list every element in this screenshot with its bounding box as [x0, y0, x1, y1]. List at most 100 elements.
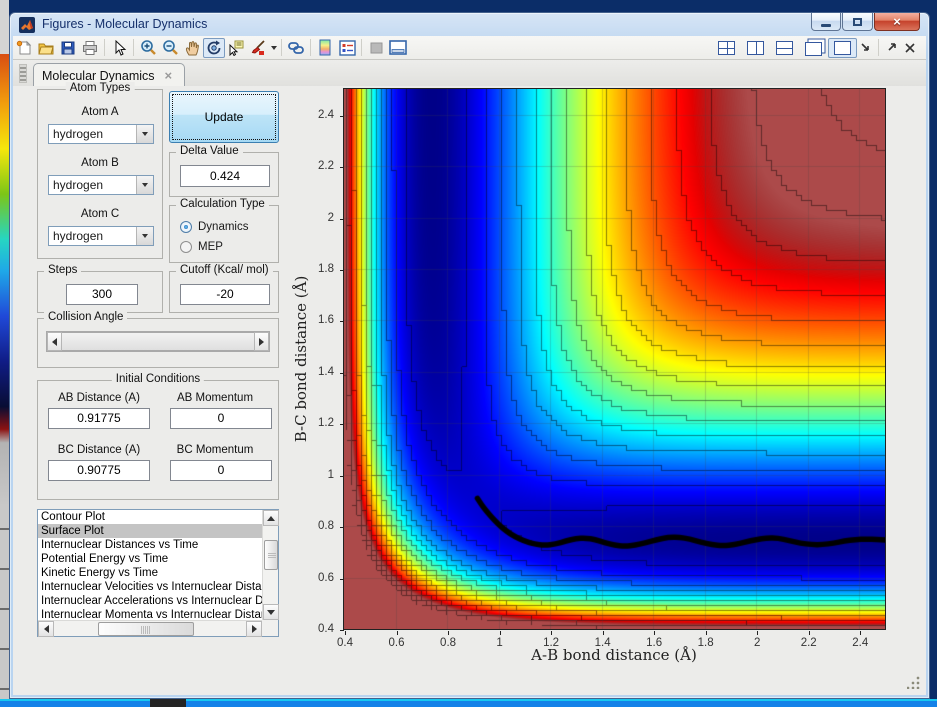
x-axis-tick-label: 2 [753, 637, 761, 649]
brush-dropdown-button[interactable] [269, 38, 278, 58]
x-axis-tick-label: 0.8 [440, 637, 457, 649]
resize-grip[interactable] [907, 676, 920, 689]
x-axis-tick-label: 1.8 [697, 637, 714, 649]
x-axis-tick [345, 631, 346, 635]
y-axis-tick-label: 1.6 [318, 314, 334, 327]
x-axis-tick [757, 631, 759, 635]
x-axis-tick [705, 631, 707, 635]
x-axis-tick-label: 1.6 [646, 637, 663, 649]
brush-data-button[interactable] [247, 38, 269, 58]
undock-arrow-icon[interactable] [885, 42, 897, 54]
print-figure-icon [83, 40, 97, 55]
pan-hand-icon [185, 40, 199, 55]
toolbar-separator [878, 39, 879, 56]
hide-plot-tools-button[interactable] [365, 38, 387, 58]
edit-plot-cursor-icon [115, 39, 127, 56]
y-axis-tick [340, 270, 344, 271]
tab-strip-grip[interactable] [19, 64, 27, 83]
insert-legend-icon [338, 39, 356, 56]
y-axis-tick-label: 2 [327, 211, 334, 224]
y-axis-tick [340, 321, 344, 323]
data-cursor-button[interactable] [225, 38, 247, 58]
desktop: Figures - Molecular Dynamics × Molecular… [0, 0, 937, 707]
close-icon: × [893, 14, 901, 29]
x-axis-tick [448, 631, 450, 635]
x-axis-tick [499, 631, 501, 635]
background-sliver-marks [0, 506, 9, 699]
link-plot-icon [288, 41, 304, 54]
y-axis-tick-label: 2.4 [318, 108, 334, 121]
y-axis-tick [340, 218, 344, 220]
new-figure-button[interactable] [13, 38, 35, 58]
insert-colorbar-button[interactable] [314, 38, 336, 58]
dock-arrow-icon[interactable] [860, 42, 872, 54]
y-axis-tick-label: 0.4 [318, 623, 334, 635]
minimize-button[interactable] [811, 13, 841, 31]
taskbar-notch [150, 699, 186, 707]
close-group-icon[interactable] [904, 42, 916, 54]
tile-rows-button[interactable] [770, 38, 799, 58]
y-axis-tick [340, 578, 344, 580]
print-figure-button[interactable] [79, 38, 101, 58]
background-window-sliver [0, 0, 9, 707]
tile-grid-icon [718, 40, 735, 55]
link-plot-button[interactable] [285, 38, 307, 58]
single-window-button[interactable] [828, 37, 857, 58]
maximize-button[interactable] [842, 13, 873, 31]
edit-plot-button[interactable] [108, 38, 130, 58]
taskbar[interactable] [0, 699, 937, 707]
toolbar-separator [310, 39, 311, 56]
y-axis-tick [340, 475, 344, 477]
y-axis-tick [340, 424, 344, 426]
pan-button[interactable] [181, 38, 203, 58]
chevron-down-icon [270, 45, 277, 50]
save-figure-icon [61, 41, 75, 54]
hide-plot-tools-icon [370, 42, 382, 53]
gui-panel: Atom Types Atom A hydrogen Atom B hydrog… [13, 82, 926, 695]
maximize-icon [853, 17, 862, 26]
matlab-logo-icon [19, 17, 35, 33]
toolbar-separator [361, 39, 362, 56]
open-file-button[interactable] [35, 38, 57, 58]
x-axis-tick [654, 631, 656, 635]
rotate-3d-icon [207, 40, 221, 54]
zoom-out-icon [162, 40, 178, 55]
axes-box [343, 88, 886, 630]
tab-close-icon[interactable]: × [165, 69, 173, 82]
figure-axes-area: A-B bond distance (Å) B-C bond distance … [13, 86, 926, 695]
insert-legend-button[interactable] [336, 38, 358, 58]
x-axis-tick [396, 631, 398, 635]
toolbar-separator [133, 39, 134, 56]
tile-grid-button[interactable] [712, 38, 741, 58]
title-bar[interactable]: Figures - Molecular Dynamics × [10, 13, 929, 36]
y-axis-tick [340, 527, 344, 529]
toolbar-separator [281, 39, 282, 56]
single-window-icon [834, 40, 851, 55]
cascade-windows-button[interactable] [799, 36, 828, 59]
cascade-windows-icon [805, 42, 822, 56]
contour-plot-canvas[interactable] [344, 89, 885, 629]
insert-colorbar-icon [319, 39, 331, 56]
open-file-icon [38, 43, 54, 54]
zoom-out-button[interactable] [159, 38, 181, 58]
tile-columns-button[interactable] [741, 38, 770, 58]
show-plot-tools-icon [389, 40, 407, 55]
x-axis-tick-label: 1 [496, 637, 503, 649]
y-axis-tick-label: 1.2 [318, 417, 334, 430]
save-figure-button[interactable] [57, 38, 79, 58]
y-axis-tick-label: 2.2 [318, 160, 334, 173]
close-button[interactable]: × [874, 13, 920, 31]
toolbar-separator [104, 39, 105, 56]
x-axis-tick-label: 2.2 [800, 637, 817, 649]
zoom-in-icon [140, 40, 156, 55]
rotate-3d-button[interactable] [203, 37, 225, 58]
x-axis-tick-label: 0.6 [388, 637, 405, 649]
y-axis-tick-label: 1.4 [318, 365, 334, 378]
y-axis-tick-label: 0.8 [318, 520, 334, 533]
x-axis-tick [602, 631, 604, 635]
show-plot-tools-button[interactable] [387, 38, 409, 58]
x-axis-tick-label: 2.4 [852, 637, 869, 649]
tab-strip: Molecular Dynamics × [13, 60, 926, 87]
x-axis-tick [551, 631, 553, 635]
zoom-in-button[interactable] [137, 38, 159, 58]
